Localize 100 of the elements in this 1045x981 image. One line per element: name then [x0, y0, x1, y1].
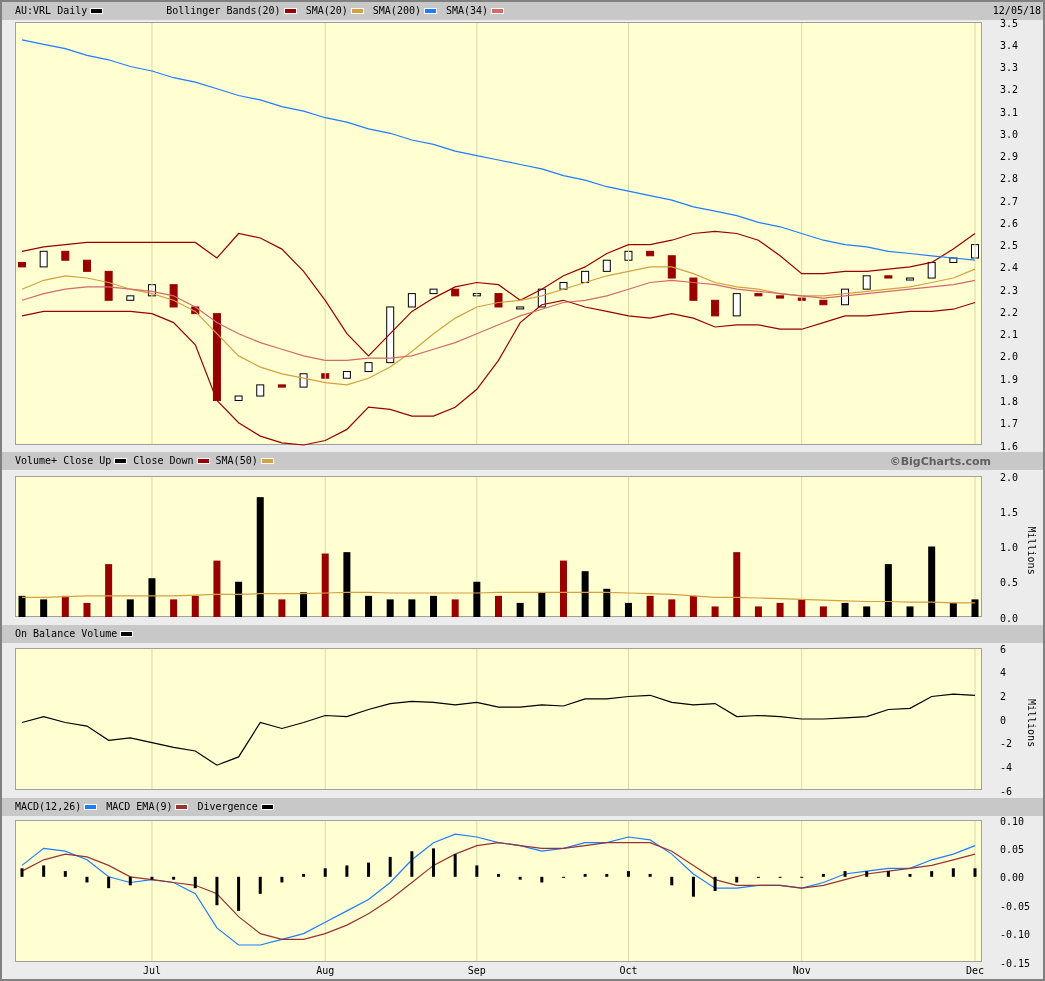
candlestick [667, 255, 676, 279]
divergence-bar [128, 876, 132, 886]
candlestick [256, 384, 265, 397]
candlestick [321, 373, 330, 379]
volume-bar [754, 606, 762, 617]
divergence-bar [973, 868, 977, 877]
volume-bar [343, 552, 351, 617]
axis-label: 0.10 [1000, 815, 1025, 827]
legend-label: On Balance Volume [15, 629, 118, 639]
volume-bar [516, 602, 524, 617]
axis-label: 2.5 [1000, 240, 1019, 252]
candlestick [819, 299, 828, 306]
legend-swatch [491, 8, 505, 14]
axis-label: Nov [792, 965, 811, 976]
axis-label: Sep [467, 965, 486, 976]
volume-bar [668, 599, 676, 617]
candlestick [971, 244, 979, 259]
divergence-bar [605, 873, 609, 877]
axis-label: -0.10 [1000, 929, 1031, 941]
axis-label: 0.00 [1000, 872, 1025, 884]
volume-bar [819, 606, 827, 617]
axis-label: 0.05 [1000, 843, 1025, 855]
volume-bar [841, 602, 849, 617]
volume-bar [18, 595, 26, 617]
candlestick [191, 306, 200, 315]
volume-bar [105, 564, 113, 617]
candlestick [537, 288, 546, 308]
volume-bar [733, 552, 741, 617]
legend-label: SMA(50) [215, 456, 258, 466]
candlestick [277, 384, 286, 388]
volume-bar [430, 595, 437, 617]
volume-bar [473, 581, 481, 617]
axis-label: 2.7 [1000, 195, 1019, 207]
axis-label: 1.7 [1000, 418, 1019, 430]
axis-label: 6 [1000, 643, 1007, 655]
divergence-bar [432, 848, 435, 877]
legend-label: SMA(20) [305, 6, 348, 16]
volume-bar [884, 564, 892, 617]
candlestick [83, 259, 91, 272]
divergence-bar [951, 868, 955, 877]
candlestick [126, 295, 135, 301]
candlestick [429, 288, 438, 295]
candlestick [407, 293, 416, 308]
axis-label: 1.8 [1000, 395, 1019, 407]
axis-label: 2.0 [1000, 351, 1019, 363]
legend-swatch [260, 804, 274, 810]
divergence-bar [237, 876, 241, 911]
legend-label: MACD EMA(9) [106, 802, 173, 812]
divergence-bar [670, 876, 674, 886]
candlestick [581, 270, 590, 283]
candlestick [169, 284, 178, 308]
axis-label: 0.0 [1000, 612, 1019, 624]
axis-label: -4 [1000, 761, 1013, 773]
axis-label: 3.3 [1000, 62, 1019, 74]
candlestick [624, 250, 633, 261]
candlestick [104, 270, 113, 301]
volume-bar [646, 595, 654, 617]
axis-label: 4 [1000, 667, 1007, 679]
legend-swatch [196, 458, 210, 464]
axis-label: Dec [965, 965, 985, 976]
legend-label: Volume+ [15, 456, 58, 466]
legend-swatch [120, 631, 134, 637]
axis-title: Millions [1026, 699, 1037, 748]
axis-label: 2.3 [1000, 284, 1019, 296]
volume-bar [495, 595, 502, 617]
legend-swatch [84, 804, 98, 810]
candlestick [754, 293, 763, 297]
volume-bar [213, 560, 221, 617]
candlestick [602, 259, 611, 272]
divergence-bar [713, 876, 717, 891]
volume-bar [191, 595, 199, 617]
divergence-bar [388, 856, 392, 877]
divergence-bar [215, 876, 219, 906]
chart-date: 12/05/18 [992, 6, 1041, 16]
candlestick [342, 371, 351, 379]
volume-bar [971, 599, 979, 617]
volume-bar [386, 599, 394, 617]
axis-label: 2.2 [1000, 306, 1019, 318]
candlestick [949, 257, 958, 263]
volume-bar [235, 581, 243, 617]
candlestick [862, 275, 871, 290]
divergence-bar [518, 876, 522, 880]
volume-bar [170, 599, 178, 617]
volume-bar [408, 599, 416, 617]
candlestick [451, 288, 460, 297]
divergence-bar [908, 873, 912, 877]
legend-swatch [283, 8, 297, 14]
divergence-bar [453, 854, 457, 877]
legend-swatch [175, 804, 189, 810]
divergence-bar [280, 876, 284, 883]
legend-swatch [350, 8, 364, 14]
divergence-bar [258, 876, 262, 894]
axis-label: -0.05 [1000, 900, 1031, 912]
legend-swatch [114, 458, 128, 464]
volume-bar [949, 602, 957, 617]
volume-bar [581, 571, 589, 617]
divergence-bar [735, 876, 739, 883]
divergence-bar [497, 873, 500, 877]
divergence-bar [475, 865, 479, 877]
volume-bar [365, 595, 373, 617]
